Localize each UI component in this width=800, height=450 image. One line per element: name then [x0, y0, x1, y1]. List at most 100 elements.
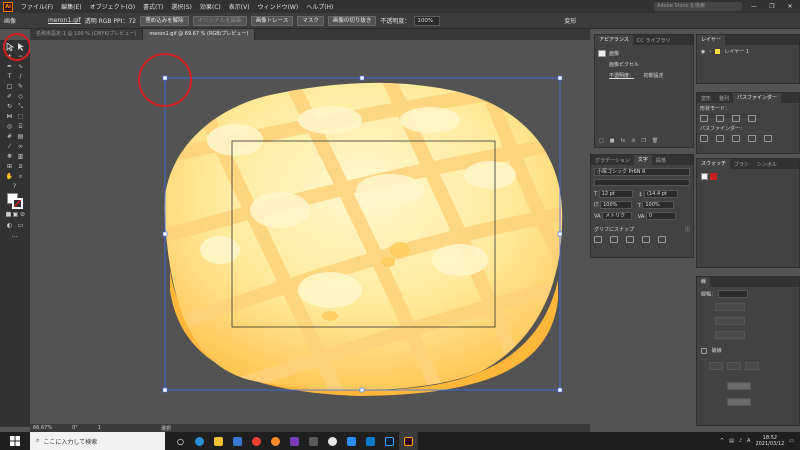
- task-view-icon[interactable]: ○: [171, 432, 190, 450]
- crop-icon[interactable]: [748, 135, 756, 142]
- zoom-level[interactable]: 66.67%: [33, 425, 52, 431]
- zoom-tool-icon[interactable]: ⌕: [16, 173, 25, 181]
- snap-bounds-icon[interactable]: [626, 236, 634, 243]
- arrowhead-start-select[interactable]: [727, 382, 751, 390]
- shaper-tool-icon[interactable]: ✐: [5, 93, 14, 101]
- tab-swatches[interactable]: スウォッチ: [697, 159, 731, 169]
- minimize-button[interactable]: —: [748, 3, 760, 10]
- status-mode[interactable]: 選択: [161, 425, 171, 432]
- unite-icon[interactable]: [700, 115, 708, 122]
- network-icon[interactable]: ▤: [729, 438, 734, 444]
- pen-tool-icon[interactable]: ✒: [5, 63, 14, 71]
- symbol-sprayer-tool-icon[interactable]: ❋: [5, 153, 14, 161]
- tab-character[interactable]: 文字: [633, 155, 652, 165]
- dashed-checkbox[interactable]: [701, 347, 707, 354]
- menu-effect[interactable]: 効果(C): [196, 2, 225, 11]
- windows-start-icon[interactable]: [0, 432, 30, 450]
- snap-angular-icon[interactable]: [658, 236, 666, 243]
- minus-front-icon[interactable]: [716, 115, 724, 122]
- unembed-button[interactable]: 埋め込みを解除: [140, 15, 189, 26]
- question-icon[interactable]: ?: [10, 183, 19, 191]
- width-tool-icon[interactable]: ⋈: [5, 113, 14, 121]
- tray-chevron-icon[interactable]: ^: [720, 438, 724, 444]
- duplicate-item-icon[interactable]: ❐: [641, 138, 645, 144]
- maximize-button[interactable]: ❐: [766, 3, 778, 10]
- graph-tool-icon[interactable]: ▥: [16, 153, 25, 161]
- clock[interactable]: 18:52 2021/03/12: [755, 435, 784, 447]
- fx-icon[interactable]: fx: [620, 138, 625, 144]
- menu-object[interactable]: オブジェクト(O): [86, 2, 139, 11]
- artboard-number[interactable]: 1: [98, 425, 101, 431]
- edit-original-button[interactable]: オリジナルを編集: [192, 15, 247, 26]
- stock-search-input[interactable]: Adobe Stock を検索: [654, 2, 742, 11]
- swatch-registration[interactable]: [710, 173, 717, 180]
- store-icon[interactable]: [228, 432, 247, 450]
- menu-help[interactable]: ヘルプ(H): [302, 2, 337, 11]
- delete-item-icon[interactable]: 🗑: [652, 138, 658, 144]
- divide-icon[interactable]: [700, 135, 708, 142]
- leading-input[interactable]: (14.4 pt: [644, 190, 679, 198]
- image-trace-button[interactable]: 画像トレース: [250, 15, 294, 26]
- eraser-tool-icon[interactable]: ◇: [16, 93, 25, 101]
- mask-button[interactable]: マスク: [297, 15, 324, 26]
- tab-cc-libraries[interactable]: CC ライブラリ: [633, 37, 675, 44]
- corner-input[interactable]: [715, 317, 745, 325]
- menu-window[interactable]: ウィンドウ(W): [254, 2, 303, 11]
- merge-icon[interactable]: [732, 135, 740, 142]
- volume-icon[interactable]: ♪: [739, 438, 742, 444]
- vertical-scale-input[interactable]: 100%: [600, 201, 633, 209]
- perspective-grid-tool-icon[interactable]: ⌸: [16, 123, 25, 131]
- crop-image-button[interactable]: 画像の切り抜き: [327, 15, 377, 26]
- tab-pathfinder[interactable]: パスファインダー: [733, 93, 782, 103]
- snap-proximity-icon[interactable]: [642, 236, 650, 243]
- photoshop-icon[interactable]: [380, 432, 399, 450]
- tab-align[interactable]: 整列: [715, 95, 733, 102]
- draw-mode-icon[interactable]: ◐: [5, 222, 14, 230]
- tab-brushes[interactable]: ブラシ: [730, 161, 753, 168]
- ime-icon[interactable]: A: [747, 438, 750, 444]
- tab-transform[interactable]: 変形: [697, 95, 715, 102]
- new-stroke-icon[interactable]: □: [599, 138, 604, 144]
- layer-name[interactable]: レイヤー 1: [724, 48, 749, 55]
- outline-icon[interactable]: [764, 135, 772, 142]
- snap-baseline-icon[interactable]: [594, 236, 602, 243]
- tracking-input[interactable]: 0: [645, 212, 676, 220]
- edge-icon[interactable]: [190, 432, 209, 450]
- stroke-swatch[interactable]: [12, 198, 23, 209]
- menu-file[interactable]: ファイル(F): [17, 2, 57, 11]
- notes-icon[interactable]: [342, 432, 361, 450]
- snap-xheight-icon[interactable]: [610, 236, 618, 243]
- new-fill-icon[interactable]: ■: [610, 138, 615, 144]
- paintbrush-tool-icon[interactable]: ✎: [16, 83, 25, 91]
- shape-builder-tool-icon[interactable]: ◎: [5, 123, 14, 131]
- slice-tool-icon[interactable]: ⧄: [16, 163, 25, 171]
- notification-icon[interactable]: ▭: [789, 438, 794, 444]
- gradient-tool-icon[interactable]: ▤: [16, 133, 25, 141]
- exclude-icon[interactable]: [748, 115, 756, 122]
- rotation-angle[interactable]: 0°: [72, 425, 78, 431]
- align-input[interactable]: [715, 331, 745, 339]
- kerning-select[interactable]: メトリク: [602, 212, 633, 220]
- font-style-select[interactable]: [594, 179, 690, 186]
- info-icon[interactable]: ⓘ: [685, 226, 690, 233]
- horizontal-scale-input[interactable]: 100%: [642, 201, 675, 209]
- tab-stroke[interactable]: 線: [697, 277, 711, 287]
- gap-input-1[interactable]: [727, 362, 741, 370]
- none-mode-icon[interactable]: ⊘: [18, 211, 27, 219]
- curvature-tool-icon[interactable]: ∿: [16, 63, 25, 71]
- tab-document-untitled[interactable]: 名称未設定-1 @ 100 % (CMYK/プレビュー): [30, 29, 144, 40]
- trim-icon[interactable]: [716, 135, 724, 142]
- mesh-tool-icon[interactable]: #: [5, 133, 14, 141]
- vscode-icon[interactable]: [361, 432, 380, 450]
- eye-icon[interactable]: ◉: [701, 49, 705, 55]
- menu-select[interactable]: 選択(S): [167, 2, 196, 11]
- font-size-input[interactable]: 12 pt: [598, 190, 633, 198]
- close-button[interactable]: ✕: [784, 3, 796, 10]
- rotate-tool-icon[interactable]: ↻: [5, 103, 14, 111]
- eyedropper-tool-icon[interactable]: ⁄: [5, 143, 14, 151]
- clear-appearance-icon[interactable]: ⊘: [631, 138, 635, 144]
- type-tool-icon[interactable]: T: [5, 73, 14, 81]
- artboard-canvas[interactable]: [30, 40, 590, 424]
- tab-symbols[interactable]: シンボル: [753, 161, 781, 168]
- tab-layers[interactable]: レイヤー: [697, 35, 725, 45]
